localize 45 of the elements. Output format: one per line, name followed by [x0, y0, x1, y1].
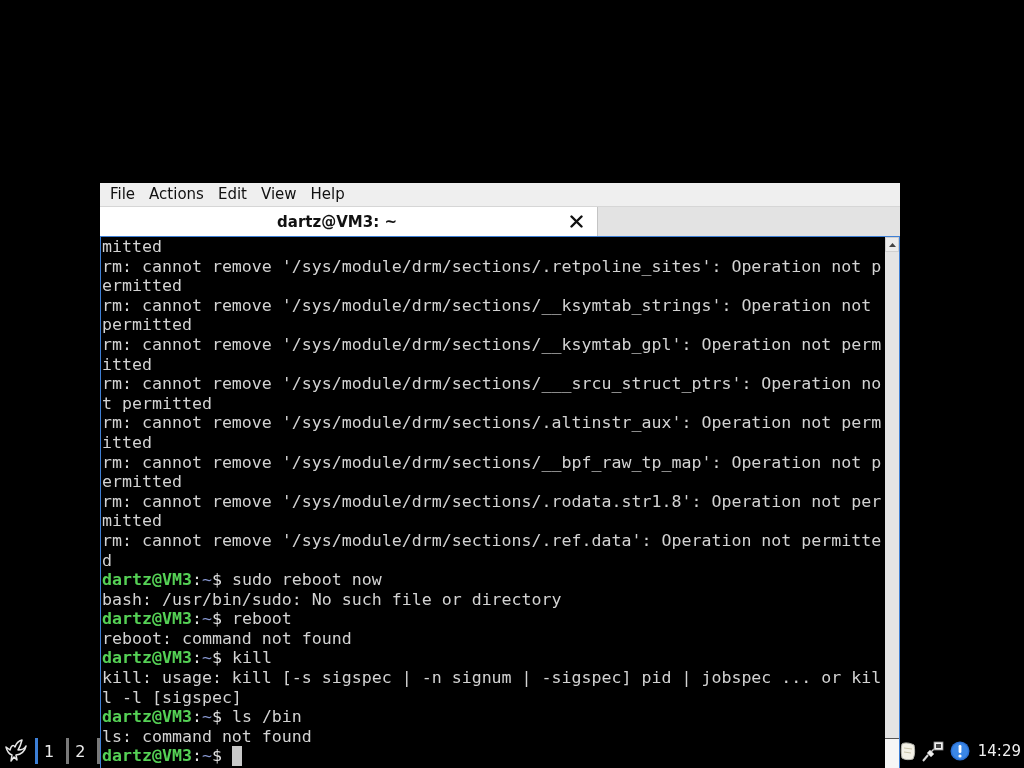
workspace-button[interactable]: 1 — [35, 738, 67, 764]
terminal-tab[interactable]: dartz@VM3: ~ — [100, 207, 598, 236]
terminal-line: mitted — [102, 511, 162, 531]
terminal-line: rm: cannot remove '/sys/module/drm/sections/__ksymtab_strings': Operation not — [102, 295, 872, 316]
terminal-line: kill: usage: kill [-s sigspec | -n signum | -sigspec] pid | jobspec ... or kil — [102, 668, 882, 688]
terminal-line: t permitted — [102, 393, 212, 414]
alert-icon[interactable] — [949, 741, 970, 761]
menu-item[interactable]: Actions — [142, 183, 211, 206]
terminal-line: d — [102, 550, 112, 571]
clock[interactable]: 14:29 — [977, 742, 1021, 760]
terminal-line: mitted — [102, 237, 162, 257]
terminal-line: itted — [102, 432, 152, 453]
workspace-button[interactable]: 2 — [66, 738, 98, 764]
terminal-line: bash: /usr/bin/sudo: No such file or directory — [102, 589, 562, 610]
terminal-line: rm: cannot remove '/sys/module/drm/sections/___srcu_struct_ptrs': Operation no — [102, 374, 882, 394]
terminal-line: rm: cannot remove '/sys/module/drm/sections/__bpf_raw_tp_map': Operation not p — [102, 452, 882, 473]
close-icon[interactable] — [570, 215, 583, 228]
terminal-line: rm: cannot remove '/sys/module/drm/sections/.altinstr_aux': Operation not perm — [102, 413, 882, 433]
terminal-line: ls: command not found — [102, 726, 312, 747]
tab-title: dartz@VM3: ~ — [276, 212, 398, 231]
terminal-line: rm: cannot remove '/sys/module/drm/sections/.rodata.str1.8': Operation not per — [102, 491, 882, 512]
terminal-line: ermitted — [102, 472, 182, 492]
terminal-line: l -l [sigspec] — [102, 687, 242, 708]
prompt-line: dartz@VM3:~$ sudo reboot now — [102, 570, 382, 590]
prompt-line: dartz@VM3:~$ ls /bin — [102, 707, 302, 727]
up-arrow-icon — [888, 242, 896, 247]
prompt-line: dartz@VM3:~$ kill — [102, 648, 272, 669]
menu-item[interactable]: View — [253, 183, 304, 206]
terminal-line: rm: cannot remove '/sys/module/drm/sections/__ksymtab_gpl': Operation not perm — [102, 334, 882, 355]
scrollbar-thumb[interactable] — [885, 738, 899, 768]
terminal-line: permitted — [102, 315, 192, 335]
terminal-line: rm: cannot remove '/sys/module/drm/sections/.ref.data': Operation not permitte — [102, 530, 882, 551]
terminal-line: reboot: command not found — [102, 628, 352, 649]
network-cable-icon[interactable] — [921, 740, 944, 762]
paper-icon[interactable] — [899, 741, 916, 761]
scroll-up-button[interactable] — [885, 237, 899, 252]
terminal-line: rm: cannot remove '/sys/module/drm/sections/.retpoline_sites': Operation not p — [102, 256, 882, 277]
prompt-line: dartz@VM3:~$ — [102, 746, 222, 767]
menu-item[interactable]: File — [103, 183, 143, 206]
terminal-line: itted — [102, 354, 152, 375]
prompt-line: dartz@VM3:~$ reboot — [102, 609, 292, 629]
menu-item[interactable]: Edit — [210, 183, 254, 206]
terminal-line: ermitted — [102, 276, 182, 296]
bird-icon[interactable] — [3, 738, 27, 764]
menu-item[interactable]: Help — [303, 183, 352, 206]
